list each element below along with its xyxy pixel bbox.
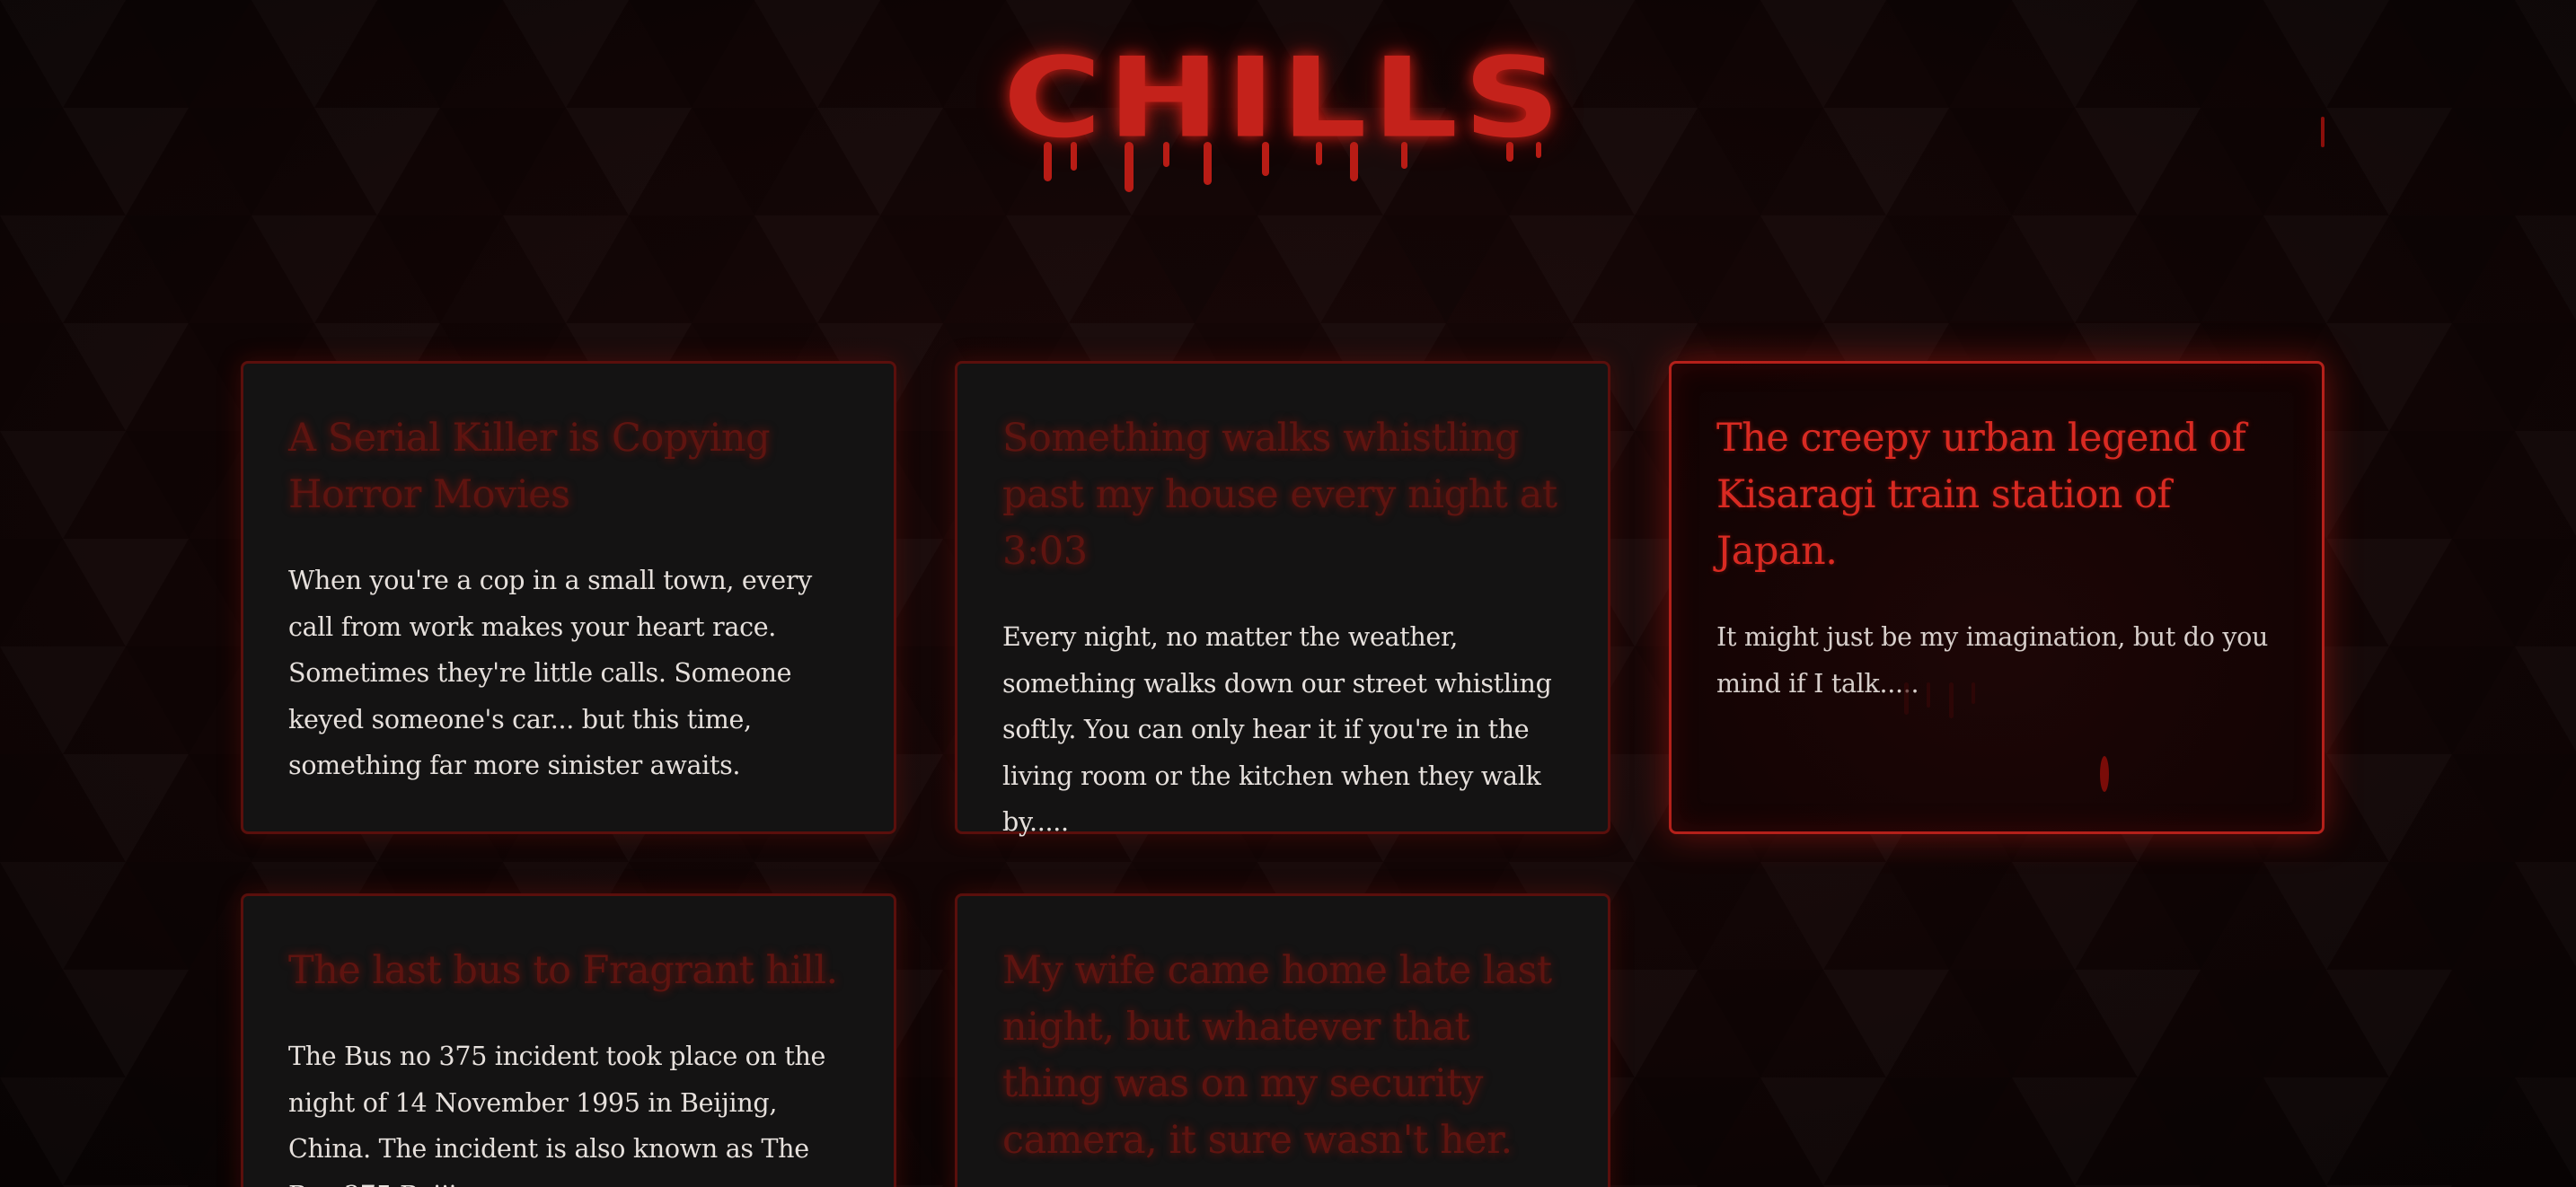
story-excerpt: The Bus no 375 incident took place on th…	[288, 1042, 826, 1187]
story-excerpt: When you're a cop in a small town, every…	[288, 566, 812, 780]
story-card[interactable]: My wife came home late last night, but w…	[955, 893, 1610, 1187]
story-title[interactable]: The last bus to Fragrant hill.	[288, 943, 849, 999]
story-excerpt: Every night, no matter the weather, some…	[1002, 622, 1552, 837]
decorative-drip	[2321, 117, 2325, 147]
blood-drop-icon	[1904, 682, 2109, 792]
story-title[interactable]: Something walks whistling past my house …	[1002, 410, 1563, 580]
story-card[interactable]: A Serial Killer is Copying Horror Movies…	[241, 361, 896, 834]
story-card[interactable]: Something walks whistling past my house …	[955, 361, 1610, 837]
site-logo[interactable]: CHILLS	[988, 36, 1581, 198]
story-title[interactable]: The creepy urban legend of Kisaragi trai…	[1716, 410, 2277, 580]
story-card[interactable]: The last bus to Fragrant hill. The Bus n…	[241, 893, 896, 1187]
story-title[interactable]: A Serial Killer is Copying Horror Movies	[288, 410, 849, 523]
blood-drip-icon	[1044, 142, 1541, 192]
story-title[interactable]: My wife came home late last night, but w…	[1002, 943, 1563, 1169]
